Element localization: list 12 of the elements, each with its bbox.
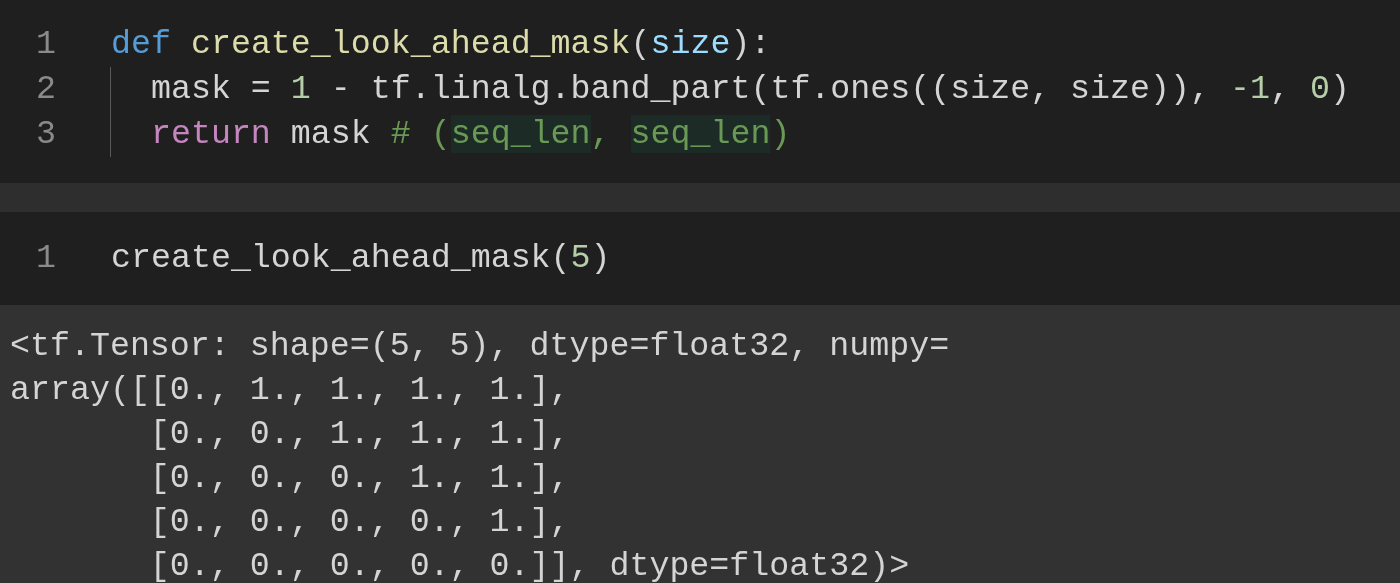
line-number: 1 [35,24,56,65]
code-cell[interactable]: 1 def create_look_ahead_mask(size): 2 mask = 1 - tf.linalg.band_part(tf.ones((size, size)), -1, 0) 3 return mask # (seq_len, seq_len) [0,0,1400,183]
word-highlight: seq_len [630,115,771,153]
code-line: mask = 1 - tf.linalg.band_part(tf.ones((size, size)), -1, 0) [110,67,1350,112]
line-number: 2 [35,69,56,110]
code-line: return mask # (seq_len, seq_len) [110,112,791,157]
code-cell[interactable]: 1 create_look_ahead_mask(5) [0,212,1400,305]
code-line: create_look_ahead_mask(5) [110,238,611,279]
code-line: def create_look_ahead_mask(size): [110,24,771,65]
word-highlight: seq_len [450,115,591,153]
line-number: 3 [35,114,56,155]
line-number: 1 [35,238,56,279]
